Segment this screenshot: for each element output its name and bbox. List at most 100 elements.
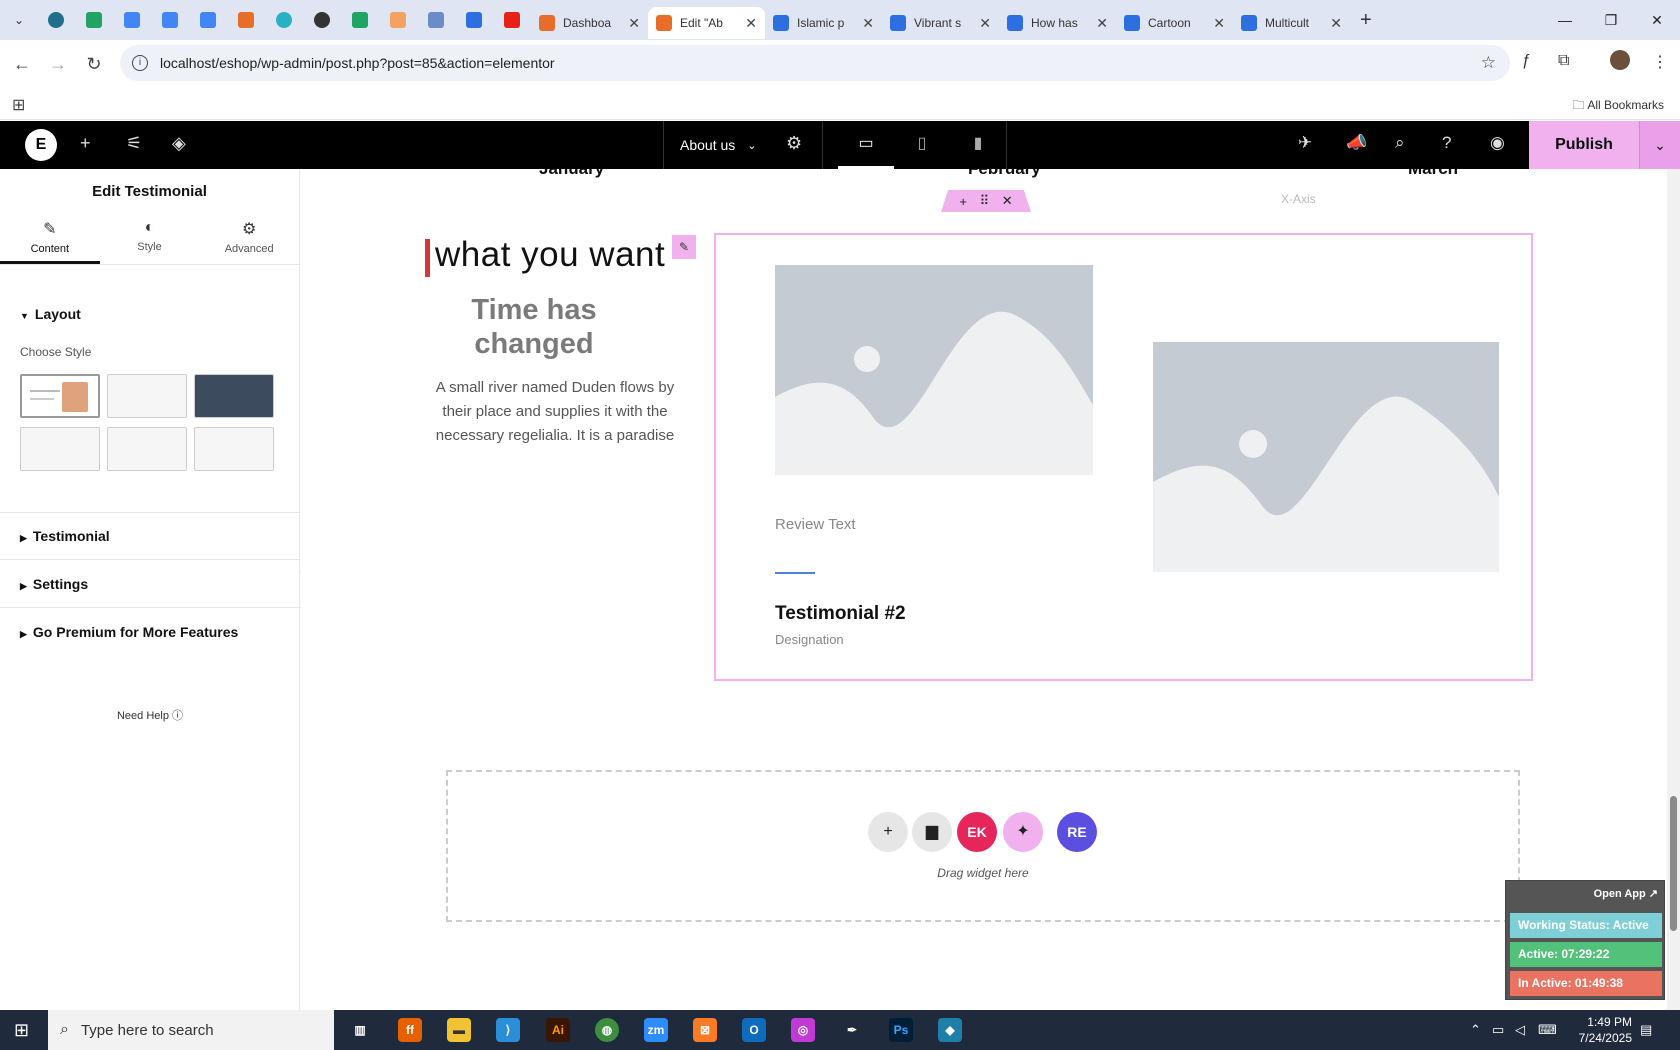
heading-widget[interactable]: what you want	[425, 235, 665, 277]
menu-kebab-icon[interactable]: ⋮	[1652, 52, 1668, 72]
style-option-2[interactable]	[107, 374, 187, 418]
section-settings[interactable]: ▶ Settings	[0, 576, 300, 592]
help-icon[interactable]: ?	[1442, 133, 1451, 153]
site-info-icon[interactable]: i	[132, 55, 148, 71]
outlook-icon[interactable]: O	[742, 1018, 766, 1042]
rocket-icon[interactable]: ✈	[1298, 133, 1312, 153]
bookmark-star-icon[interactable]: ☆	[1481, 53, 1496, 73]
close-icon[interactable]: ✕	[628, 15, 640, 32]
forward-icon[interactable]: →	[40, 54, 76, 75]
tab-style[interactable]: ◐ Style	[100, 215, 200, 264]
subheading-text[interactable]: Time has changed	[414, 293, 654, 361]
firefox-icon[interactable]: ff	[398, 1018, 422, 1042]
clock[interactable]: 1:49 PM 7/24/2025	[1579, 1014, 1632, 1046]
edit-pencil-icon[interactable]: ✎	[672, 235, 696, 259]
zoom-icon[interactable]: zm	[644, 1018, 668, 1042]
browser-tab[interactable]: Islamic p ✕	[765, 7, 882, 39]
add-icon[interactable]: +	[959, 194, 967, 209]
style-option-6[interactable]	[194, 427, 274, 471]
pinned-tab[interactable]	[265, 12, 303, 28]
windows-start-icon[interactable]: ⊞	[14, 1020, 29, 1041]
file-explorer-icon[interactable]: ▬	[447, 1018, 471, 1042]
site-settings-icon[interactable]: ⚟	[126, 133, 142, 154]
browser-tab[interactable]: Dashboa ✕	[531, 7, 648, 39]
extensions-puzzle-icon[interactable]: ⧉	[1558, 52, 1569, 70]
pinned-tab[interactable]	[341, 12, 379, 28]
vertical-scrollbar[interactable]	[1667, 169, 1680, 1010]
style-option-3[interactable]	[194, 374, 274, 418]
pinned-tab[interactable]	[303, 12, 341, 28]
pinned-tab[interactable]	[227, 12, 265, 28]
apps-grid-icon[interactable]: ⊞	[12, 95, 25, 115]
close-icon[interactable]: ✕	[1002, 193, 1013, 209]
network-icon[interactable]: ▭	[1492, 1022, 1504, 1038]
open-app-link[interactable]: Open App ↗	[1594, 887, 1658, 900]
app-icon[interactable]: ◆	[938, 1018, 962, 1042]
url-text[interactable]: localhost/eshop/wp-admin/post.php?post=8…	[160, 55, 555, 71]
close-icon[interactable]: ✕	[1096, 15, 1108, 32]
xampp-icon[interactable]: ⊠	[693, 1018, 717, 1042]
preview-eye-icon[interactable]: ◉	[1490, 133, 1505, 153]
add-element-icon[interactable]: +	[80, 133, 91, 154]
pinned-tab[interactable]	[75, 12, 113, 28]
structure-layers-icon[interactable]: ◈	[172, 133, 186, 154]
creative-cloud-icon[interactable]: ◎	[791, 1018, 815, 1042]
pinned-tab[interactable]	[493, 12, 531, 28]
section-layout[interactable]: ▼ Layout	[0, 306, 300, 322]
pinned-tab[interactable]	[189, 12, 227, 28]
browser-tab[interactable]: Vibrant s ✕	[882, 7, 999, 39]
close-window-icon[interactable]: ✕	[1634, 0, 1680, 40]
task-view-icon[interactable]: ▥	[348, 1018, 372, 1042]
close-icon[interactable]: ✕	[979, 15, 991, 32]
illustrator-icon[interactable]: Ai	[546, 1018, 570, 1042]
photoshop-icon[interactable]: Ps	[889, 1018, 913, 1042]
style-option-1[interactable]	[20, 374, 100, 418]
notifications-megaphone-icon[interactable]: 📣	[1346, 133, 1367, 153]
publish-button[interactable]: Publish	[1529, 121, 1639, 169]
all-bookmarks[interactable]: 🗀 All Bookmarks	[1573, 96, 1664, 117]
chevron-up-icon[interactable]: ⌃	[1470, 1022, 1481, 1038]
style-option-4[interactable]	[20, 427, 100, 471]
pinned-tab[interactable]	[379, 12, 417, 28]
add-section-button[interactable]: +	[868, 812, 908, 852]
pinned-tab[interactable]	[113, 12, 151, 28]
tablet-icon[interactable]: ▯	[894, 121, 950, 169]
browser-tab[interactable]: How has ✕	[999, 7, 1116, 39]
section-testimonial[interactable]: ▶ Testimonial	[0, 528, 300, 544]
new-tab-button[interactable]: +	[1360, 9, 1372, 32]
url-bar[interactable]: i localhost/eshop/wp-admin/post.php?post…	[120, 45, 1510, 81]
scrollbar-thumb[interactable]	[1670, 796, 1677, 931]
search-icon[interactable]: ⌕	[1395, 133, 1405, 153]
profile-avatar[interactable]	[1610, 50, 1630, 70]
close-icon[interactable]: ✕	[1213, 15, 1225, 32]
chrome-icon[interactable]: ◍	[595, 1018, 619, 1042]
tab-search-button[interactable]: ⌄	[7, 8, 31, 32]
pen-tool-icon[interactable]: ✒	[840, 1018, 864, 1042]
close-icon[interactable]: ✕	[1330, 15, 1342, 32]
elementor-logo-icon[interactable]: E	[25, 129, 57, 161]
pinned-tab[interactable]	[455, 12, 493, 28]
language-icon[interactable]: ⌨	[1538, 1022, 1557, 1038]
browser-tab-active[interactable]: Edit "Ab ✕	[648, 7, 765, 39]
page-settings-gear-icon[interactable]: ⚙	[786, 133, 802, 154]
taskbar-search[interactable]: ⌕ Type here to search	[48, 1010, 334, 1050]
drag-handle-icon[interactable]: ⠿	[980, 193, 990, 209]
royal-elementor-icon[interactable]: RE	[1057, 812, 1097, 852]
volume-icon[interactable]: ◁	[1515, 1022, 1525, 1038]
ai-sparkle-icon[interactable]: ✦	[1003, 812, 1043, 852]
close-icon[interactable]: ✕	[862, 15, 874, 32]
back-icon[interactable]: ←	[4, 54, 40, 75]
mobile-icon[interactable]: ▮	[950, 121, 1006, 169]
pinned-tab[interactable]	[37, 12, 75, 28]
envato-kit-icon[interactable]: EK	[957, 812, 997, 852]
extension-icon[interactable]: ƒ	[1522, 52, 1531, 70]
notification-center-icon[interactable]: ▤	[1640, 1022, 1652, 1038]
need-help-link[interactable]: Need Help ⓘ	[0, 707, 300, 723]
tab-content[interactable]: ✎ Content	[0, 215, 100, 264]
section-handle[interactable]: + ⠿ ✕	[941, 190, 1031, 212]
reload-icon[interactable]: ↻	[76, 54, 112, 75]
browser-tab[interactable]: Cartoon ✕	[1116, 7, 1233, 39]
pinned-tab[interactable]	[151, 12, 189, 28]
restore-icon[interactable]: ❐	[1588, 0, 1634, 40]
section-go-premium[interactable]: ▶ Go Premium for More Features	[0, 624, 300, 640]
